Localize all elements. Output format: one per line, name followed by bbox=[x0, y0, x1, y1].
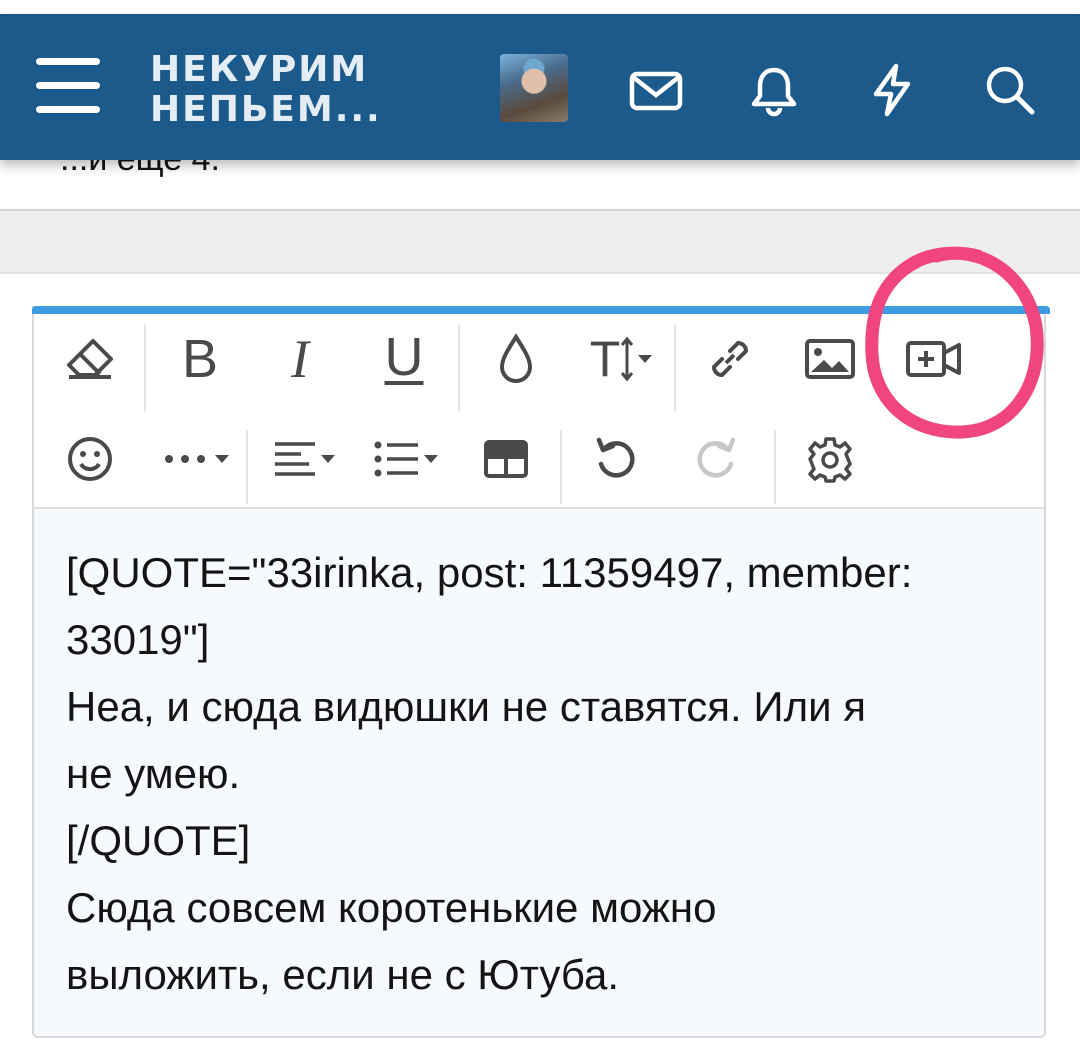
more-icon bbox=[165, 455, 205, 463]
undo-icon[interactable] bbox=[584, 424, 648, 494]
editor-line: выложить, если не с Ютуба. bbox=[66, 951, 619, 998]
site-header: НЕКУРИМ НЕПЬЕМ... bbox=[0, 14, 1080, 160]
bold-button[interactable]: B bbox=[170, 324, 230, 394]
envelope-icon[interactable] bbox=[628, 62, 684, 118]
chevron-down-icon bbox=[424, 455, 438, 463]
site-logo[interactable]: НЕКУРИМ НЕПЬЕМ... bbox=[150, 50, 382, 130]
underline-button[interactable]: U bbox=[374, 322, 434, 392]
logo-line-2: НЕПЬЕМ... bbox=[150, 89, 382, 130]
editor-line: Неа, и сюда видюшки не ставятся. Или я bbox=[66, 683, 866, 730]
image-icon[interactable] bbox=[798, 324, 862, 394]
divider bbox=[0, 272, 1080, 274]
editor-accent-bar bbox=[32, 306, 1050, 314]
editor-content-area[interactable]: [QUOTE="33irinka, post: 11359497, member… bbox=[34, 509, 1044, 1036]
droplet-icon[interactable] bbox=[486, 324, 546, 394]
align-button[interactable] bbox=[262, 424, 346, 494]
smile-icon[interactable] bbox=[56, 424, 124, 494]
arrows-vertical-icon bbox=[621, 336, 634, 382]
list-icon bbox=[374, 441, 418, 477]
editor-line: Сюда совсем коротенькие можно bbox=[66, 884, 717, 931]
chevron-down-icon bbox=[321, 455, 335, 463]
rich-text-editor: B I U T [QUOTE="33irinka, post: 11359497… bbox=[32, 306, 1050, 1038]
eraser-icon[interactable] bbox=[56, 324, 124, 394]
editor-line: не умею. bbox=[66, 750, 241, 797]
list-button[interactable] bbox=[364, 424, 448, 494]
align-icon bbox=[275, 442, 315, 476]
bell-icon[interactable] bbox=[746, 62, 802, 118]
editor-line: 33019"] bbox=[66, 616, 210, 663]
redo-icon[interactable] bbox=[684, 424, 748, 494]
chevron-down-icon bbox=[215, 455, 229, 463]
italic-button[interactable]: I bbox=[270, 324, 330, 394]
grey-band bbox=[0, 211, 1080, 273]
link-icon[interactable] bbox=[698, 324, 762, 394]
chevron-down-icon bbox=[638, 355, 653, 363]
more-options-button[interactable] bbox=[154, 424, 238, 494]
editor-toolbar: B I U T bbox=[34, 314, 1044, 509]
menu-icon[interactable] bbox=[36, 58, 100, 114]
font-size-label: T bbox=[589, 331, 621, 387]
editor-line: [/QUOTE] bbox=[66, 817, 251, 864]
video-plus-icon[interactable] bbox=[902, 324, 966, 394]
font-size-button[interactable]: T bbox=[578, 324, 664, 394]
bolt-icon[interactable] bbox=[864, 62, 920, 118]
search-icon[interactable] bbox=[982, 62, 1038, 118]
gear-icon[interactable] bbox=[798, 424, 862, 494]
logo-line-1: НЕКУРИМ bbox=[150, 49, 369, 90]
table-icon[interactable] bbox=[476, 424, 536, 494]
avatar[interactable] bbox=[500, 54, 568, 122]
editor-line: [QUOTE="33irinka, post: 11359497, member… bbox=[66, 549, 913, 596]
